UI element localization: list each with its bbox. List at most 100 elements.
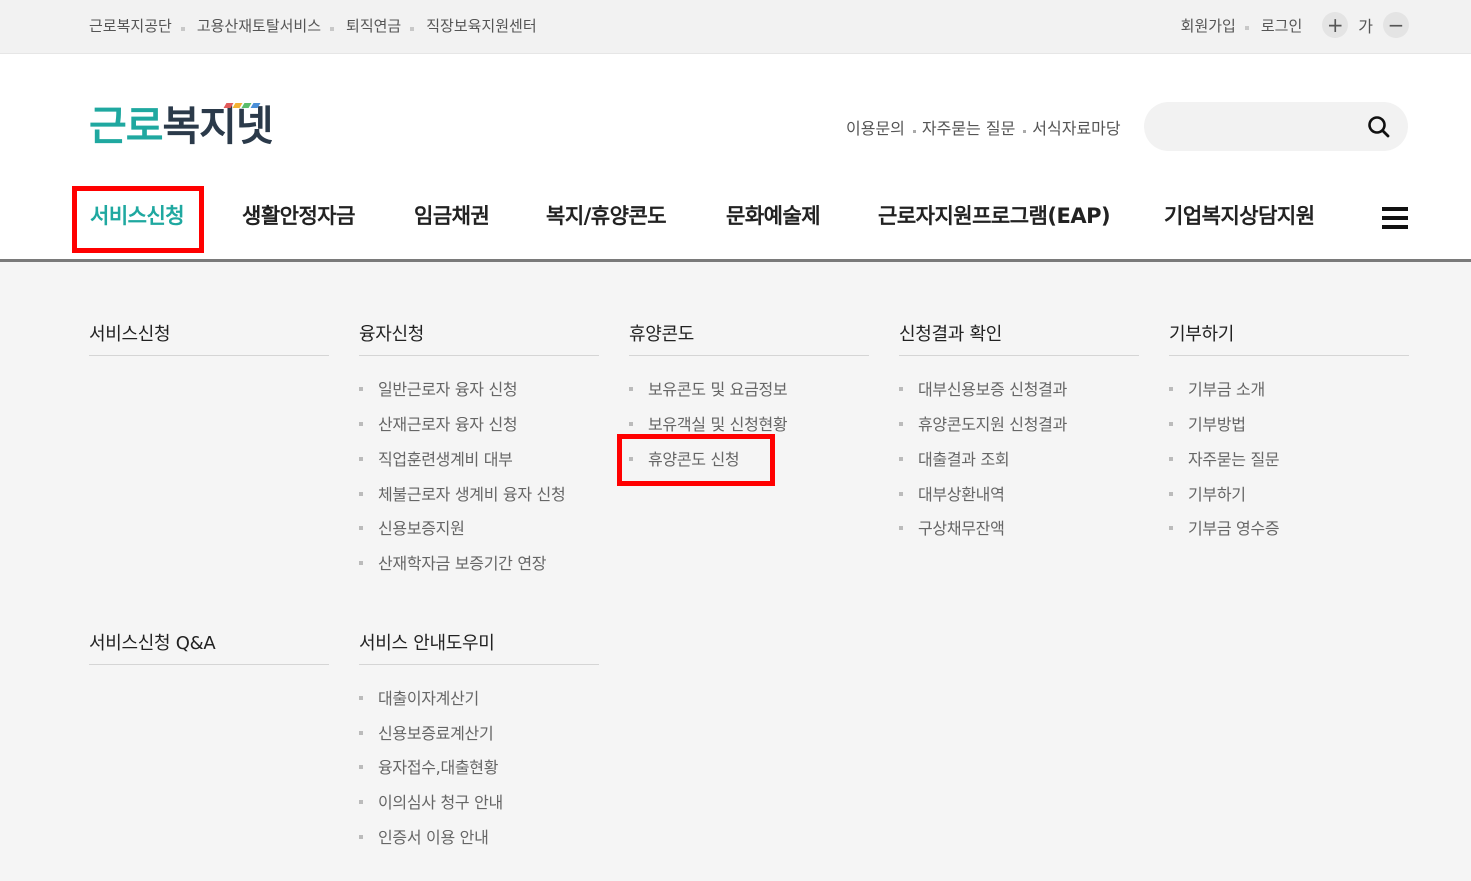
search-input[interactable]	[1162, 112, 1366, 142]
menu-item[interactable]: 기부방법	[1169, 411, 1246, 435]
bullet-icon	[359, 799, 363, 804]
bullet-icon	[629, 421, 633, 426]
column-title[interactable]: 서비스 안내도우미	[359, 629, 599, 665]
menu-item[interactable]: 이의심사 청구 안내	[359, 789, 503, 813]
menu-item-label: 대부상환내역	[918, 485, 1005, 504]
bullet-icon	[359, 456, 363, 461]
menu-item[interactable]: 인증서 이용 안내	[359, 824, 489, 848]
bullet-icon	[359, 491, 363, 496]
menu-item-label: 대부신용보증 신청결과	[918, 380, 1067, 399]
menu-item[interactable]: 신용보증료계산기	[359, 720, 494, 744]
separator	[180, 26, 185, 31]
logo-color-stripes	[223, 103, 261, 109]
menu-item[interactable]: 휴양콘도지원 신청결과	[899, 411, 1067, 435]
link-retirement-pension[interactable]: 퇴직연금	[346, 15, 401, 36]
link-inquiry[interactable]: 이용문의	[846, 115, 905, 139]
menu-item-label: 기부금 영수증	[1188, 519, 1280, 538]
bullet-icon	[899, 525, 903, 530]
menu-item[interactable]: 대부신용보증 신청결과	[899, 376, 1067, 400]
menu-item[interactable]: 구상채무잔액	[899, 515, 1005, 539]
hamburger-icon[interactable]	[1382, 207, 1408, 229]
site-logo[interactable]: 근로복지넷	[89, 100, 274, 152]
menu-column-helper: 서비스 안내도우미 대출이자계산기 신용보증료계산기 융자접수,대출현황 이의심…	[359, 629, 599, 847]
nav-item-corporate-welfare[interactable]: 기업복지상담지원	[1164, 200, 1315, 230]
bullet-icon	[1169, 421, 1173, 426]
menu-item[interactable]: 대부상환내역	[899, 481, 1005, 505]
login-link[interactable]: 로그인	[1261, 15, 1302, 36]
link-total-service[interactable]: 고용산재토탈서비스	[197, 15, 321, 36]
menu-item-label: 구상채무잔액	[918, 519, 1005, 538]
bullet-icon	[899, 491, 903, 496]
bullet-icon	[1169, 386, 1173, 391]
menu-item-condo-apply[interactable]: 휴양콘도 신청	[629, 446, 740, 470]
column-title[interactable]: 서비스신청 Q&A	[89, 629, 329, 665]
column-title[interactable]: 신청결과 확인	[899, 320, 1139, 356]
menu-item[interactable]: 산재근로자 융자 신청	[359, 411, 518, 435]
menu-item[interactable]: 대출이자계산기	[359, 685, 479, 709]
family-site-links: 근로복지공단 고용산재토탈서비스 퇴직연금 직장보육지원센터	[89, 15, 537, 36]
font-size-increase-button[interactable]: +	[1322, 12, 1349, 38]
menu-item[interactable]: 일반근로자 융자 신청	[359, 376, 518, 400]
menu-item[interactable]: 기부금 소개	[1169, 376, 1265, 400]
menu-column-results: 신청결과 확인 대부신용보증 신청결과 휴양콘도지원 신청결과 대출결과 조회 …	[899, 320, 1139, 538]
utility-bar: 근로복지공단 고용산재토탈서비스 퇴직연금 직장보육지원센터 회원가입 로그인 …	[0, 0, 1471, 54]
separator	[330, 26, 335, 31]
menu-column-donation: 기부하기 기부금 소개 기부방법 자주묻는 질문 기부하기 기부금 영수증	[1169, 320, 1409, 538]
column-title[interactable]: 융자신청	[359, 320, 599, 356]
search-icon[interactable]	[1367, 115, 1391, 143]
menu-item[interactable]: 산재학자금 보증기간 연장	[359, 550, 547, 574]
menu-item-label: 보유콘도 및 요금정보	[648, 380, 788, 399]
menu-item[interactable]: 대출결과 조회	[899, 446, 1010, 470]
bullet-icon	[359, 695, 363, 700]
nav-item-wage-claim[interactable]: 임금채권	[414, 200, 490, 230]
link-childcare-center[interactable]: 직장보육지원센터	[426, 15, 536, 36]
link-forms[interactable]: 서식자료마당	[1032, 115, 1120, 139]
link-faq[interactable]: 자주묻는 질문	[922, 115, 1015, 139]
minus-icon: −	[1387, 13, 1405, 37]
menu-item-label: 일반근로자 융자 신청	[378, 380, 518, 399]
nav-item-service-application[interactable]: 서비스신청	[90, 200, 185, 230]
bullet-icon	[1169, 456, 1173, 461]
nav-item-welfare-condo[interactable]: 복지/휴양콘도	[546, 200, 667, 230]
menu-item-label: 신용보증료계산기	[378, 724, 494, 743]
menu-item[interactable]: 융자접수,대출현황	[359, 754, 498, 778]
menu-item[interactable]: 직업훈련생계비 대부	[359, 446, 513, 470]
menu-item-label: 이의심사 청구 안내	[378, 793, 503, 812]
mega-menu-panel: 서비스신청 융자신청 일반근로자 융자 신청 산재근로자 융자 신청 직업훈련생…	[0, 262, 1471, 881]
bullet-icon	[629, 456, 633, 461]
join-link[interactable]: 회원가입	[1181, 15, 1236, 36]
menu-item-label: 자주묻는 질문	[1188, 450, 1280, 469]
font-size-decrease-button[interactable]: −	[1383, 12, 1409, 38]
menu-item-label: 휴양콘도 신청	[648, 450, 740, 469]
header-util-links: 이용문의 자주묻는 질문 서식자료마당	[846, 115, 1121, 139]
menu-item[interactable]: 체불근로자 생계비 융자 신청	[359, 481, 566, 505]
bullet-icon	[359, 421, 363, 426]
menu-item[interactable]: 신용보증지원	[359, 515, 465, 539]
main-navigation: 서비스신청 생활안정자금 임금채권 복지/휴양콘도 문화예술제 근로자지원프로그…	[0, 190, 1471, 260]
menu-item-label: 신용보증지원	[378, 519, 465, 538]
separator	[912, 129, 916, 133]
menu-item[interactable]: 보유콘도 및 요금정보	[629, 376, 788, 400]
bullet-icon	[359, 560, 363, 565]
separator	[1023, 129, 1027, 133]
bullet-icon	[629, 386, 633, 391]
plus-icon: +	[1326, 13, 1344, 37]
menu-item[interactable]: 자주묻는 질문	[1169, 446, 1280, 470]
menu-item[interactable]: 기부금 영수증	[1169, 515, 1280, 539]
nav-item-living-fund[interactable]: 생활안정자금	[242, 200, 355, 230]
nav-item-eap[interactable]: 근로자지원프로그램(EAP)	[878, 200, 1111, 230]
column-title[interactable]: 서비스신청	[89, 320, 329, 356]
bullet-icon	[359, 525, 363, 530]
menu-item[interactable]: 보유객실 및 신청현황	[629, 411, 788, 435]
link-kcomwel[interactable]: 근로복지공단	[89, 15, 172, 36]
menu-item[interactable]: 기부하기	[1169, 481, 1246, 505]
bullet-icon	[359, 386, 363, 391]
font-size-label: 가	[1358, 17, 1373, 36]
column-title[interactable]: 기부하기	[1169, 320, 1409, 356]
menu-column-loan: 융자신청 일반근로자 융자 신청 산재근로자 융자 신청 직업훈련생계비 대부 …	[359, 320, 599, 573]
nav-item-culture-festival[interactable]: 문화예술제	[726, 200, 821, 230]
separator	[1244, 26, 1249, 30]
column-title[interactable]: 휴양콘도	[629, 320, 869, 356]
separator	[410, 26, 415, 31]
menu-item-label: 대출이자계산기	[378, 689, 479, 708]
